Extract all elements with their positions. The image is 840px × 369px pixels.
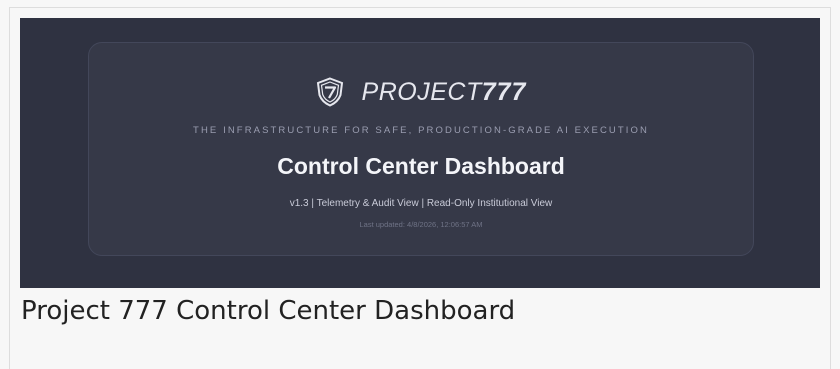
dashboard-banner-image: PROJECT777 THE INFRASTRUCTURE FOR SAFE, … <box>20 18 820 288</box>
brand-wordmark: PROJECT777 <box>362 78 527 107</box>
image-caption: Project 777 Control Center Dashboard <box>21 296 516 326</box>
brand-row: PROJECT777 <box>89 75 753 109</box>
brand-name-suffix: 777 <box>481 77 527 106</box>
last-updated-timestamp: Last updated: 4/8/2026, 12:06:57 AM <box>359 220 483 229</box>
dashboard-title: Control Center Dashboard <box>277 153 565 179</box>
brand-name-prefix: PROJECT <box>361 77 482 106</box>
header-card: PROJECT777 THE INFRASTRUCTURE FOR SAFE, … <box>88 42 754 256</box>
tagline: THE INFRASTRUCTURE FOR SAFE, PRODUCTION-… <box>193 125 649 136</box>
shield-seven-icon <box>316 77 343 107</box>
version-subtitle: v1.3 | Telemetry & Audit View | Read-Onl… <box>289 198 553 209</box>
